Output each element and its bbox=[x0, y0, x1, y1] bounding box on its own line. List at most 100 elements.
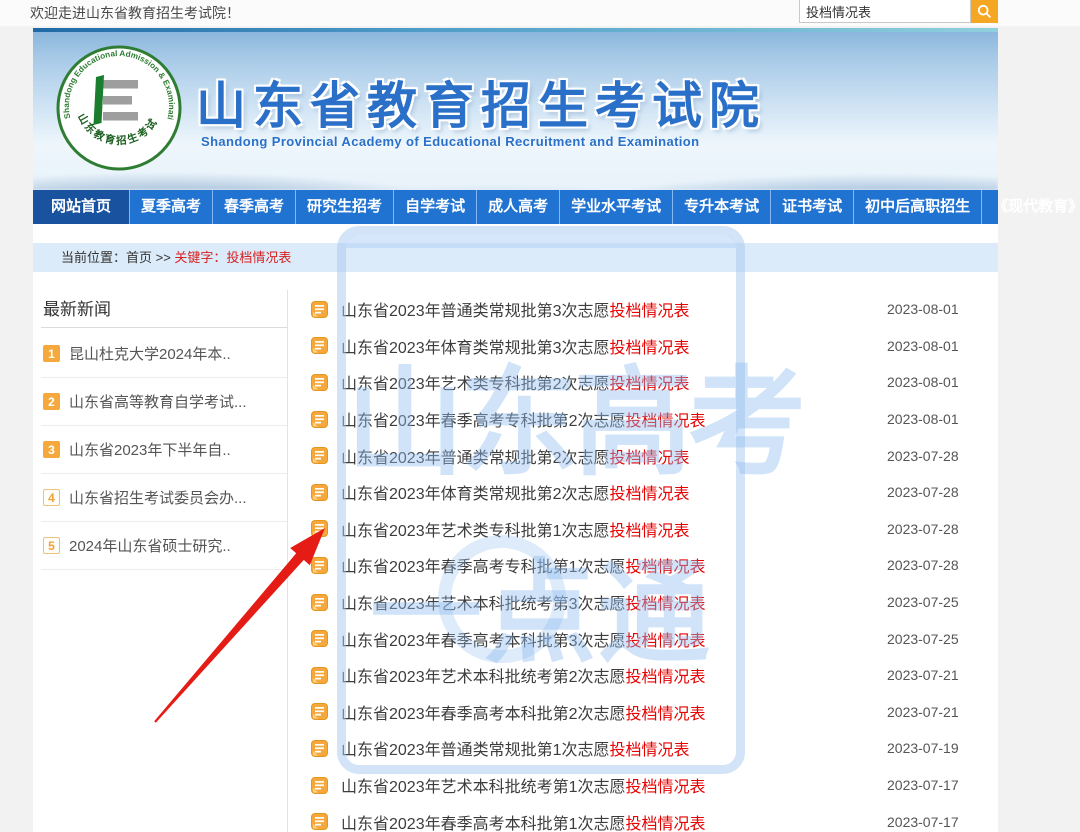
result-row[interactable]: 山东省2023年普通类常规批第1次志愿投档情况表 2023-07-19 bbox=[311, 730, 973, 767]
news-rank-badge: 2 bbox=[43, 393, 60, 410]
nav-item[interactable]: 证书考试 bbox=[770, 190, 853, 224]
result-title: 山东省2023年普通类常规批第3次志愿投档情况表 bbox=[341, 297, 887, 321]
latest-news-panel: 最新新闻 1 昆山杜克大学2024年本.. 2 山东省高等教育自学考试... bbox=[41, 300, 287, 570]
search-button[interactable] bbox=[971, 0, 998, 23]
news-list-item[interactable]: 2 山东省高等教育自学考试... bbox=[41, 378, 287, 426]
document-icon bbox=[311, 777, 328, 794]
page-column: Shandong Educational Admission & Examina… bbox=[33, 28, 998, 832]
result-row[interactable]: 山东省2023年春季高考本科批第2次志愿投档情况表 2023-07-21 bbox=[311, 694, 973, 731]
result-date: 2023-08-01 bbox=[887, 411, 973, 427]
result-title: 山东省2023年普通类常规批第2次志愿投档情况表 bbox=[341, 444, 887, 468]
result-title: 山东省2023年春季高考专科批第2次志愿投档情况表 bbox=[341, 407, 887, 431]
nav-item-label: 成人高考 bbox=[488, 198, 548, 215]
result-title-keyword: 投档情况表 bbox=[626, 669, 706, 686]
vertical-divider bbox=[287, 290, 288, 832]
result-title-plain: 山东省2023年普通类常规批第3次志愿 bbox=[341, 303, 610, 320]
result-row[interactable]: 山东省2023年普通类常规批第3次志愿投档情况表 2023-08-01 bbox=[311, 291, 973, 328]
logo-e-emblem bbox=[94, 75, 139, 125]
result-row[interactable]: 山东省2023年艺术本科批统考第2次志愿投档情况表 2023-07-21 bbox=[311, 657, 973, 694]
result-title-plain: 山东省2023年春季高考专科批第1次志愿 bbox=[341, 559, 626, 576]
result-date: 2023-07-17 bbox=[887, 777, 973, 793]
nav-item[interactable]: 初中后高职招生 bbox=[853, 190, 981, 224]
result-title: 山东省2023年艺术类专科批第2次志愿投档情况表 bbox=[341, 370, 887, 394]
result-row[interactable]: 山东省2023年艺术类专科批第2次志愿投档情况表 2023-08-01 bbox=[311, 364, 973, 401]
news-rank-badge: 1 bbox=[43, 345, 60, 362]
nav-item-label: 《现代教育》 bbox=[993, 198, 1080, 215]
nav-item[interactable]: 学业水平考试 bbox=[559, 190, 672, 224]
result-row[interactable]: 山东省2023年春季高考本科批第1次志愿投档情况表 2023-07-17 bbox=[311, 803, 973, 832]
result-row[interactable]: 山东省2023年普通类常规批第2次志愿投档情况表 2023-07-28 bbox=[311, 437, 973, 474]
nav-item[interactable]: 春季高考 bbox=[212, 190, 295, 224]
result-title: 山东省2023年春季高考专科批第1次志愿投档情况表 bbox=[341, 553, 887, 577]
breadcrumb-prefix: 当前位置：首页 >> bbox=[61, 250, 174, 265]
result-title: 山东省2023年春季高考本科批第2次志愿投档情况表 bbox=[341, 700, 887, 724]
result-title-plain: 山东省2023年普通类常规批第1次志愿 bbox=[341, 742, 610, 759]
nav-item[interactable]: 《现代教育》 bbox=[981, 190, 1080, 224]
result-title: 山东省2023年体育类常规批第2次志愿投档情况表 bbox=[341, 480, 887, 504]
result-title: 山东省2023年体育类常规批第3次志愿投档情况表 bbox=[341, 334, 887, 358]
result-title-plain: 山东省2023年艺术类专科批第1次志愿 bbox=[341, 523, 610, 540]
result-title-keyword: 投档情况表 bbox=[626, 779, 706, 796]
result-title-keyword: 投档情况表 bbox=[610, 486, 690, 503]
news-item-label: 山东省2023年下半年自.. bbox=[69, 439, 231, 460]
result-title: 山东省2023年艺术本科批统考第2次志愿投档情况表 bbox=[341, 663, 887, 687]
top-utility-bar: 欢迎走进山东省教育招生考试院！ bbox=[0, 0, 1080, 26]
result-title-plain: 山东省2023年体育类常规批第3次志愿 bbox=[341, 340, 610, 357]
news-rank-badge: 4 bbox=[43, 489, 60, 506]
result-title-keyword: 投档情况表 bbox=[610, 523, 690, 540]
result-title-plain: 山东省2023年艺术本科批统考第3次志愿 bbox=[341, 596, 626, 613]
site-title: 山东省教育招生考试院 bbox=[196, 66, 766, 138]
news-rank-badge: 5 bbox=[43, 537, 60, 554]
news-rank-badge: 3 bbox=[43, 441, 60, 458]
result-title-keyword: 投档情况表 bbox=[610, 376, 690, 393]
nav-item[interactable]: 网站首页 bbox=[33, 190, 129, 224]
result-title-keyword: 投档情况表 bbox=[610, 450, 690, 467]
result-title-plain: 山东省2023年普通类常规批第2次志愿 bbox=[341, 450, 610, 467]
result-row[interactable]: 山东省2023年艺术类专科批第1次志愿投档情况表 2023-07-28 bbox=[311, 511, 973, 548]
magnifier-icon bbox=[977, 4, 992, 19]
result-row[interactable]: 山东省2023年体育类常规批第2次志愿投档情况表 2023-07-28 bbox=[311, 474, 973, 511]
result-row[interactable]: 山东省2023年体育类常规批第3次志愿投档情况表 2023-08-01 bbox=[311, 328, 973, 365]
result-row[interactable]: 山东省2023年春季高考本科批第3次志愿投档情况表 2023-07-25 bbox=[311, 620, 973, 657]
news-list-item[interactable]: 1 昆山杜克大学2024年本.. bbox=[41, 330, 287, 378]
page-root: 欢迎走进山东省教育招生考试院！ Sha bbox=[0, 0, 1080, 832]
result-title-plain: 山东省2023年春季高考本科批第3次志愿 bbox=[341, 633, 626, 650]
news-list-item[interactable]: 4 山东省招生考试委员会办... bbox=[41, 474, 287, 522]
result-title: 山东省2023年艺术本科批统考第1次志愿投档情况表 bbox=[341, 773, 887, 797]
document-icon bbox=[311, 301, 328, 318]
result-row[interactable]: 山东省2023年艺术本科批统考第3次志愿投档情况表 2023-07-25 bbox=[311, 584, 973, 621]
banner-top-strip bbox=[33, 28, 998, 32]
news-item-label: 昆山杜克大学2024年本.. bbox=[69, 343, 231, 364]
result-title-keyword: 投档情况表 bbox=[626, 633, 706, 650]
breadcrumb: 当前位置：首页 >> 关键字：投档情况表 bbox=[33, 243, 998, 272]
news-list-item[interactable]: 5 2024年山东省硕士研究.. bbox=[41, 522, 287, 570]
nav-item-label: 证书考试 bbox=[782, 198, 842, 215]
result-row[interactable]: 山东省2023年春季高考专科批第1次志愿投档情况表 2023-07-28 bbox=[311, 547, 973, 584]
result-date: 2023-07-21 bbox=[887, 704, 973, 720]
document-icon bbox=[311, 630, 328, 647]
result-title-keyword: 投档情况表 bbox=[610, 303, 690, 320]
nav-item[interactable]: 自学考试 bbox=[393, 190, 476, 224]
news-list-item[interactable]: 3 山东省2023年下半年自.. bbox=[41, 426, 287, 474]
nav-item-label: 初中后高职招生 bbox=[865, 198, 970, 215]
nav-item[interactable]: 专升本考试 bbox=[672, 190, 770, 224]
result-row[interactable]: 山东省2023年春季高考专科批第2次志愿投档情况表 2023-08-01 bbox=[311, 401, 973, 438]
site-banner: Shandong Educational Admission & Examina… bbox=[33, 28, 998, 190]
result-date: 2023-08-01 bbox=[887, 374, 973, 390]
nav-item-label: 学业水平考试 bbox=[571, 198, 661, 215]
search-input[interactable] bbox=[799, 0, 971, 23]
latest-news-list: 1 昆山杜克大学2024年本.. 2 山东省高等教育自学考试... 3 山东省2… bbox=[41, 330, 287, 570]
result-date: 2023-07-25 bbox=[887, 594, 973, 610]
news-item-label: 山东省招生考试委员会办... bbox=[69, 487, 247, 508]
result-date: 2023-07-28 bbox=[887, 557, 973, 573]
nav-item[interactable]: 研究生招考 bbox=[295, 190, 393, 224]
document-icon bbox=[311, 813, 328, 830]
result-title-plain: 山东省2023年春季高考专科批第2次志愿 bbox=[341, 413, 626, 430]
site-logo: Shandong Educational Admission & Examina… bbox=[55, 44, 183, 172]
result-date: 2023-07-28 bbox=[887, 484, 973, 500]
nav-item[interactable]: 夏季高考 bbox=[129, 190, 212, 224]
document-icon bbox=[311, 374, 328, 391]
result-title: 山东省2023年艺术本科批统考第3次志愿投档情况表 bbox=[341, 590, 887, 614]
result-row[interactable]: 山东省2023年艺术本科批统考第1次志愿投档情况表 2023-07-17 bbox=[311, 767, 973, 804]
nav-item[interactable]: 成人高考 bbox=[476, 190, 559, 224]
